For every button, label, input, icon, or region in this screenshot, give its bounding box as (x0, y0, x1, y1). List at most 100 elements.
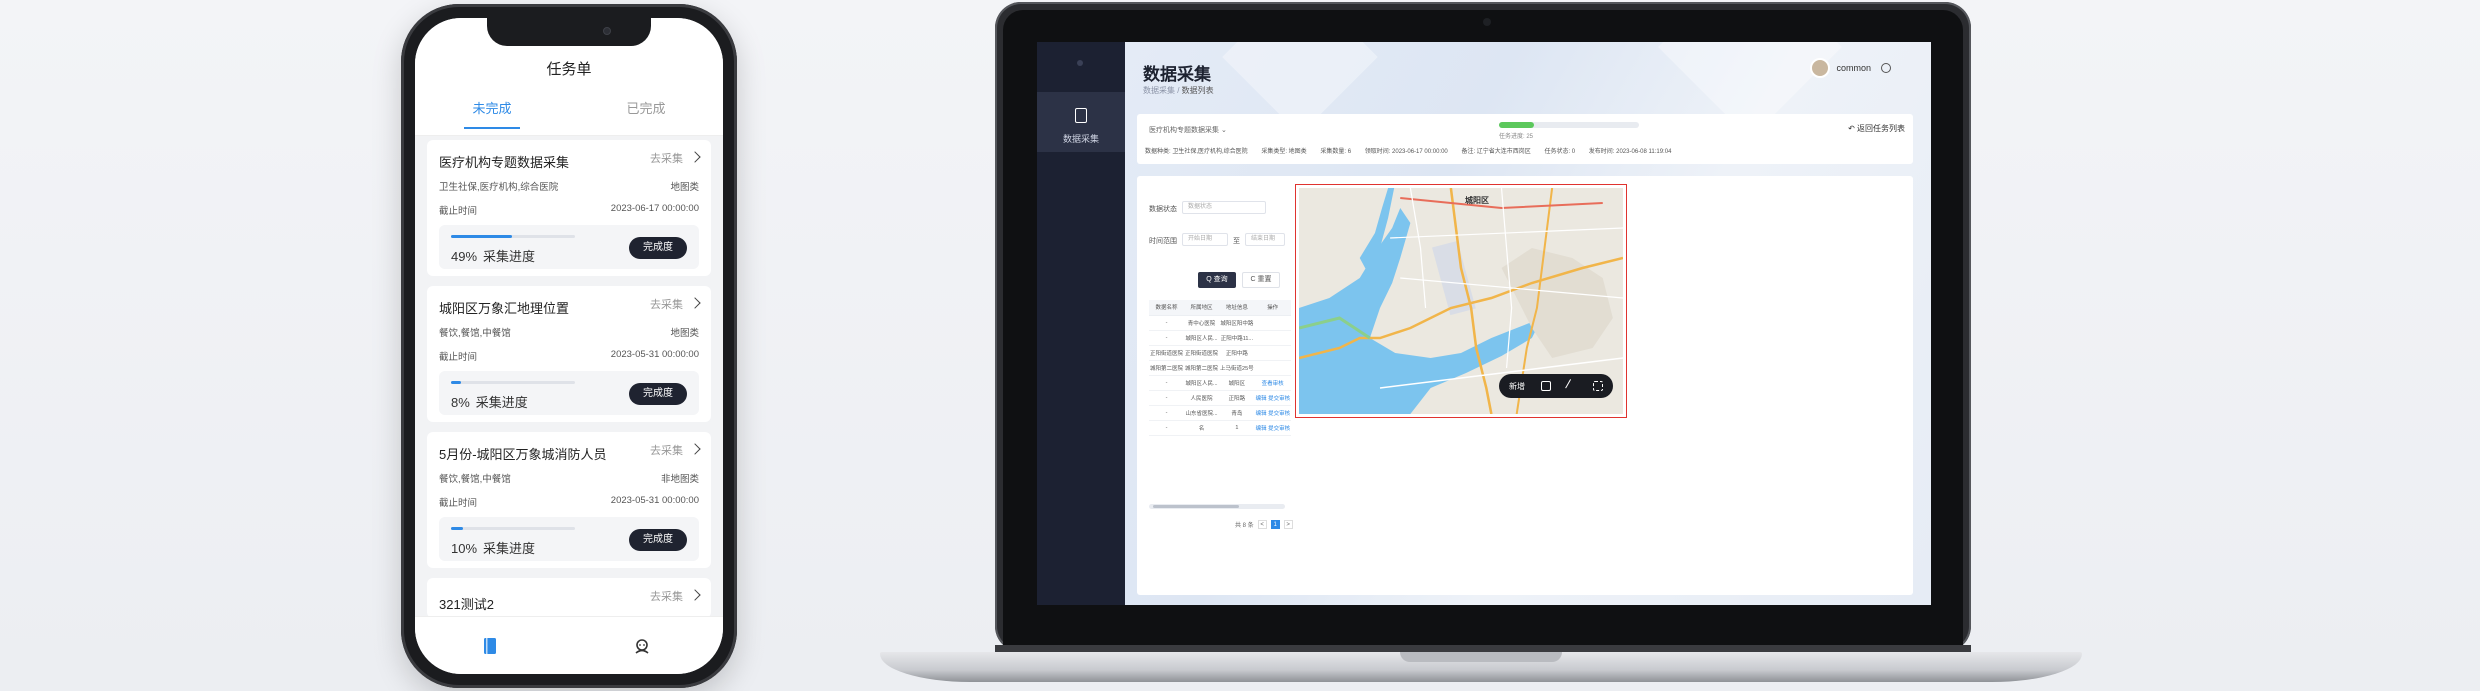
cell: 1 (1219, 420, 1255, 436)
meta-item: 备注: 辽宁省大连市西岗区 (1461, 149, 1531, 155)
start-date-input[interactable]: 开始日期 (1182, 233, 1228, 246)
row-actions[interactable] (1254, 345, 1291, 361)
pagination: 共 8 条 < 1 > (1235, 520, 1293, 529)
cell: - (1149, 420, 1185, 436)
column-header: 所属地区 (1184, 300, 1220, 316)
user-menu[interactable]: common (1810, 58, 1891, 78)
progress-bar (451, 527, 575, 530)
deadline-value: 2023-05-31 00:00:00 (610, 349, 699, 360)
row-actions[interactable] (1254, 330, 1291, 346)
webcam (1483, 18, 1491, 26)
progress-panel: 49% 采集进度 完成度 (439, 225, 699, 269)
task-type: 地图类 (670, 182, 699, 193)
back-label: 返回任务列表 (1857, 124, 1905, 133)
profile-icon[interactable] (633, 637, 651, 655)
sidebar: 数据采集 (1037, 42, 1125, 605)
go-collect-label: 去采集 (650, 299, 683, 311)
status-select[interactable]: 数据状态 (1182, 201, 1266, 214)
map-view[interactable]: 城阳区 新增 (1299, 188, 1623, 414)
query-button[interactable]: Q 查询 (1198, 272, 1236, 288)
phone-mockup: 任务单 未完成 已完成 医疗机构专题数据采集 去采集 卫生社保,医疗机构,综合医… (401, 4, 737, 688)
data-table: 数据名称 所属地区 地址信息 操作 - 青中心医院 城阳区阳中路 - 城阳区人民...… (1149, 300, 1291, 436)
progress-percent: 10% (451, 541, 478, 556)
task-book-icon[interactable] (481, 637, 499, 655)
task-category: 餐饮,餐馆,中餐馆 (439, 328, 511, 339)
completion-button[interactable]: 完成度 (629, 383, 687, 405)
cell: 正阳路 (1219, 390, 1255, 406)
prev-page-button[interactable]: < (1257, 520, 1267, 529)
reset-button[interactable]: C 重置 (1242, 272, 1280, 288)
add-button[interactable]: 新增 (1509, 381, 1525, 392)
cell: 正阳中路 (1219, 345, 1255, 361)
table-row[interactable]: - 青中心医院 城阳区阳中路 (1149, 315, 1291, 331)
go-collect-link[interactable]: 去采集 (650, 588, 701, 604)
phone-screen: 任务单 未完成 已完成 医疗机构专题数据采集 去采集 卫生社保,医疗机构,综合医… (415, 18, 723, 674)
table-row[interactable]: -人民医院正阳路编辑 提交审核 删除 (1149, 390, 1291, 406)
table-row[interactable]: - 城阳区人民... 城阳区 查看审核 (1149, 375, 1291, 391)
task-card[interactable]: 321测试2 去采集 (427, 578, 711, 618)
task-progress-bar (1499, 122, 1639, 128)
select-box-icon[interactable] (1541, 381, 1551, 391)
go-collect-link[interactable]: 去采集 (650, 150, 701, 166)
table-row[interactable]: -山东省医院...青岛编辑 提交审核 删除 (1149, 405, 1291, 421)
breadcrumb-parent[interactable]: 数据采集 (1143, 86, 1175, 95)
completion-button[interactable]: 完成度 (629, 237, 687, 259)
task-card[interactable]: 5月份-城阳区万象城消防人员 去采集 餐饮,餐馆,中餐馆 非地图类 截止时间 202… (427, 432, 711, 568)
page-button[interactable]: 1 (1270, 520, 1280, 529)
progress-percent: 8% (451, 395, 470, 410)
page-title: 任务单 (546, 61, 592, 78)
progress-label: 采集进度 (483, 249, 536, 264)
go-collect-link[interactable]: 去采集 (650, 442, 701, 458)
progress-fill (451, 235, 512, 238)
cell: - (1149, 315, 1185, 331)
laptop-screen: 数据采集 数据采集 数据采集 / 数据列表 common 医疗机构专题数据采集 … (1037, 42, 1931, 605)
end-date-input[interactable]: 结束日期 (1245, 233, 1285, 246)
task-card[interactable]: 医疗机构专题数据采集 去采集 卫生社保,医疗机构,综合医院 地图类 截止时间 202… (427, 140, 711, 276)
progress-panel: 10% 采集进度 完成度 (439, 517, 699, 561)
progress-label: 采集进度 (483, 541, 536, 556)
row-actions[interactable]: 查看审核 (1254, 375, 1291, 391)
table-row[interactable]: 城阳第二医院 城阳第二医院 上马街道25号 (1149, 360, 1291, 376)
phone-notch (487, 18, 651, 46)
clear-icon[interactable] (1593, 381, 1603, 391)
table-row[interactable]: -名1编辑 提交审核 删除 (1149, 420, 1291, 436)
row-actions[interactable] (1254, 315, 1291, 331)
time-range-label: 时间范围 (1149, 238, 1177, 245)
column-header: 数据名称 (1149, 300, 1185, 316)
deadline-label: 截止时间 (439, 352, 478, 363)
go-collect-link[interactable]: 去采集 (650, 296, 701, 312)
power-icon[interactable] (1881, 63, 1891, 73)
main-content: 数据采集 数据采集 / 数据列表 common 医疗机构专题数据采集 ⌄ 任务进… (1125, 42, 1931, 605)
cell: - (1149, 390, 1185, 406)
progress-panel: 8% 采集进度 完成度 (439, 371, 699, 415)
task-select-value: 医疗机构专题数据采集 (1149, 127, 1219, 134)
task-progress-fill (1499, 122, 1534, 128)
cell: 城阳区 (1219, 375, 1255, 391)
row-actions[interactable] (1254, 360, 1291, 376)
row-actions[interactable]: 编辑 提交审核 删除 (1254, 390, 1291, 406)
scroll-thumb[interactable] (1153, 505, 1239, 508)
completion-button[interactable]: 完成度 (629, 529, 687, 551)
map-frame: 城阳区 新增 (1295, 184, 1627, 418)
sidebar-item-data-collection[interactable]: 数据采集 (1037, 92, 1125, 152)
draw-line-icon[interactable] (1565, 379, 1579, 393)
progress-fill (451, 527, 464, 530)
task-category: 卫生社保,医疗机构,综合医院 (439, 182, 559, 193)
map-toolbar: 新增 (1499, 374, 1613, 398)
row-actions[interactable]: 编辑 提交审核 删除 (1254, 405, 1291, 421)
cell: 城阳区人民... (1184, 375, 1220, 391)
bottom-nav (415, 616, 723, 674)
meta-item: 采集数量: 6 (1320, 149, 1352, 155)
task-card[interactable]: 城阳区万象汇地理位置 去采集 餐饮,餐馆,中餐馆 地图类 截止时间 2023-05-… (427, 286, 711, 422)
table-scrollbar[interactable] (1149, 504, 1285, 509)
tab-finished[interactable]: 已完成 (569, 88, 723, 135)
row-actions[interactable]: 编辑 提交审核 删除 (1254, 420, 1291, 436)
task-select[interactable]: 医疗机构专题数据采集 ⌄ (1149, 125, 1227, 135)
table-row[interactable]: 正阳街道医院 正阳街道医院 正阳中路 (1149, 345, 1291, 361)
deadline-value: 2023-06-17 00:00:00 (610, 203, 699, 214)
back-to-list-button[interactable]: ↶ 返回任务列表 (1848, 123, 1905, 134)
next-page-button[interactable]: > (1283, 520, 1293, 529)
page-title: 数据采集 (1143, 65, 1211, 84)
tab-unfinished[interactable]: 未完成 (415, 88, 569, 135)
table-row[interactable]: - 城阳区人民... 正阳中路11... (1149, 330, 1291, 346)
